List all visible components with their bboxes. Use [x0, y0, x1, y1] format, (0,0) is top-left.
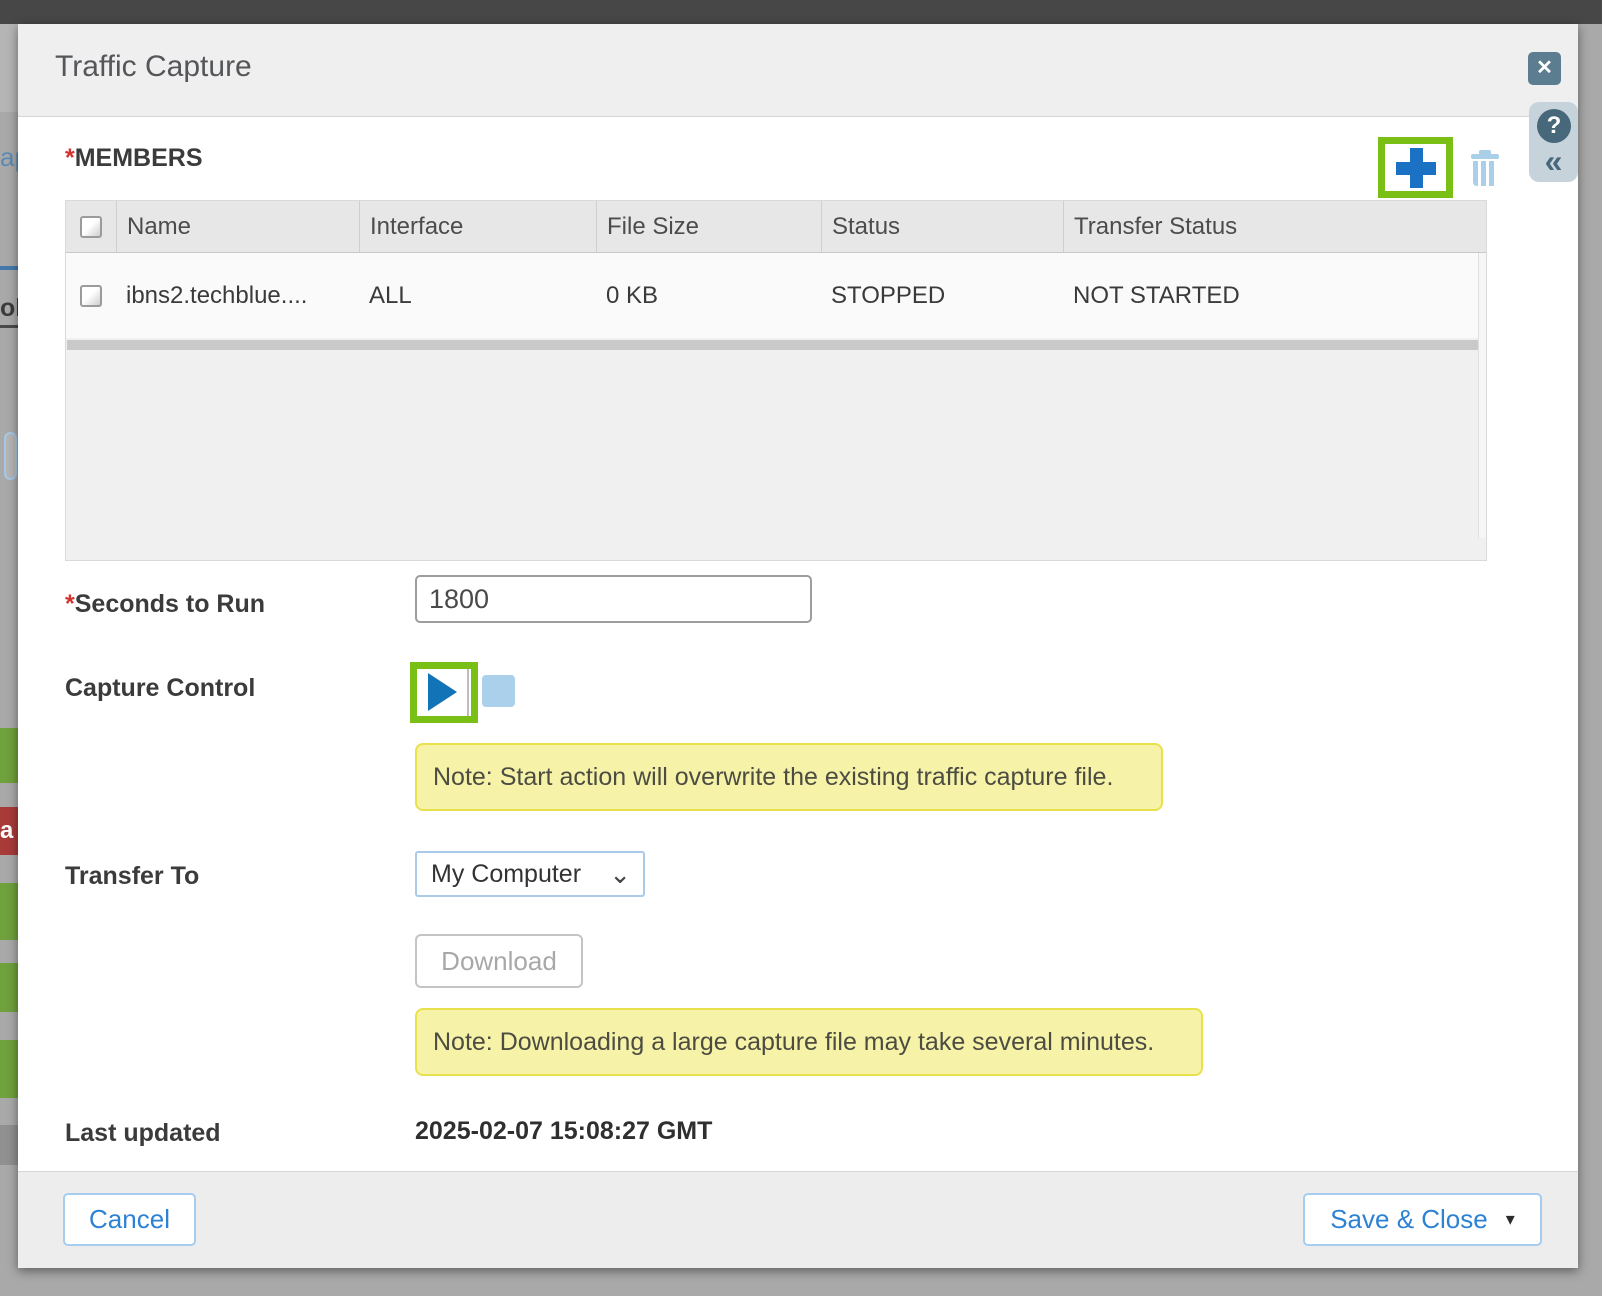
column-header-transfer-status[interactable]: Transfer Status — [1063, 201, 1486, 252]
column-header-file-size[interactable]: File Size — [596, 201, 821, 252]
top-bar — [0, 0, 1602, 24]
download-time-note: Note: Downloading a large capture file m… — [415, 1008, 1203, 1076]
transfer-to-selected-value: My Computer — [417, 860, 609, 889]
table-vertical-scrollbar[interactable] — [1478, 253, 1486, 538]
stop-capture-button[interactable] — [482, 675, 515, 707]
background-segment — [0, 24, 18, 112]
column-header-status[interactable]: Status — [821, 201, 1063, 252]
background-bottom-strip — [0, 1268, 1602, 1296]
traffic-capture-dialog: Traffic Capture ✕ *MEMBERS ? « Name Inte… — [18, 24, 1578, 1268]
status-bar-green — [0, 883, 18, 940]
dialog-header: Traffic Capture ✕ — [18, 24, 1578, 117]
members-label: *MEMBERS — [65, 144, 203, 173]
help-button[interactable]: ? — [1537, 109, 1571, 143]
collapse-panel-button[interactable]: « — [1529, 142, 1578, 182]
required-marker: * — [65, 144, 75, 172]
table-horizontal-scrollbar[interactable] — [67, 340, 1485, 350]
table-row[interactable]: ibns2.techblue.... ALL 0 KB STOPPED NOT … — [66, 253, 1486, 338]
row-file-size: 0 KB — [596, 253, 821, 338]
background-nav-fragment: ap — [0, 142, 18, 173]
close-button[interactable]: ✕ — [1528, 52, 1561, 85]
row-checkbox-cell — [66, 253, 116, 338]
column-header-interface[interactable]: Interface — [359, 201, 596, 252]
last-updated-value: 2025-02-07 15:08:27 GMT — [415, 1117, 712, 1146]
row-checkbox[interactable] — [80, 285, 102, 307]
status-bar-red: a — [0, 807, 18, 855]
help-icon: ? — [1547, 112, 1562, 139]
status-bar-green — [0, 728, 18, 783]
play-icon — [428, 673, 457, 711]
add-member-button[interactable] — [1385, 144, 1446, 191]
status-bar-green — [0, 1040, 18, 1098]
plus-icon — [1410, 148, 1423, 188]
background-right-strip — [1578, 24, 1602, 1296]
close-icon: ✕ — [1536, 57, 1553, 79]
row-transfer-status: NOT STARTED — [1063, 253, 1486, 338]
column-header-name[interactable]: Name — [116, 201, 359, 252]
download-button[interactable]: Download — [415, 934, 583, 988]
dialog-footer: Cancel Save & Close ▾ — [18, 1171, 1578, 1268]
background-button-fragment — [4, 432, 17, 480]
seconds-to-run-label: *Seconds to Run — [65, 590, 265, 619]
delete-member-button[interactable] — [1470, 150, 1500, 186]
highlight-box-play — [410, 662, 478, 723]
row-status: STOPPED — [821, 253, 1063, 338]
transfer-to-select[interactable]: My Computer ⌄ — [415, 851, 645, 897]
status-bar-green — [0, 963, 18, 1012]
chevron-down-icon: ⌄ — [609, 864, 643, 884]
trash-icon — [1473, 161, 1497, 186]
collapse-icon: « — [1545, 143, 1563, 179]
dropdown-caret-icon: ▾ — [1506, 1209, 1515, 1230]
highlight-box-add — [1378, 137, 1453, 198]
seconds-to-run-input[interactable] — [415, 575, 812, 623]
start-capture-button[interactable] — [417, 669, 469, 716]
background-divider — [0, 266, 18, 270]
background-left-strip: ap ol a — [0, 24, 18, 1296]
last-updated-label: Last updated — [65, 1119, 221, 1148]
save-and-close-button[interactable]: Save & Close ▾ — [1303, 1193, 1542, 1246]
table-header-row: Name Interface File Size Status Transfer… — [66, 201, 1486, 253]
row-name: ibns2.techblue.... — [116, 253, 359, 338]
trash-icon — [1471, 154, 1499, 159]
select-all-checkbox[interactable] — [80, 216, 102, 238]
help-panel-tab: ? « — [1529, 102, 1578, 182]
members-table: Name Interface File Size Status Transfer… — [65, 200, 1487, 561]
cancel-button[interactable]: Cancel — [63, 1193, 196, 1246]
dialog-title: Traffic Capture — [55, 50, 252, 84]
background-segment — [0, 1125, 18, 1165]
transfer-to-label: Transfer To — [65, 862, 199, 891]
required-marker: * — [65, 590, 75, 618]
start-overwrite-note: Note: Start action will overwrite the ex… — [415, 743, 1163, 811]
capture-control-label: Capture Control — [65, 674, 255, 703]
row-interface: ALL — [359, 253, 596, 338]
background-tab-fragment: ol — [0, 294, 18, 328]
select-all-cell — [66, 201, 116, 252]
